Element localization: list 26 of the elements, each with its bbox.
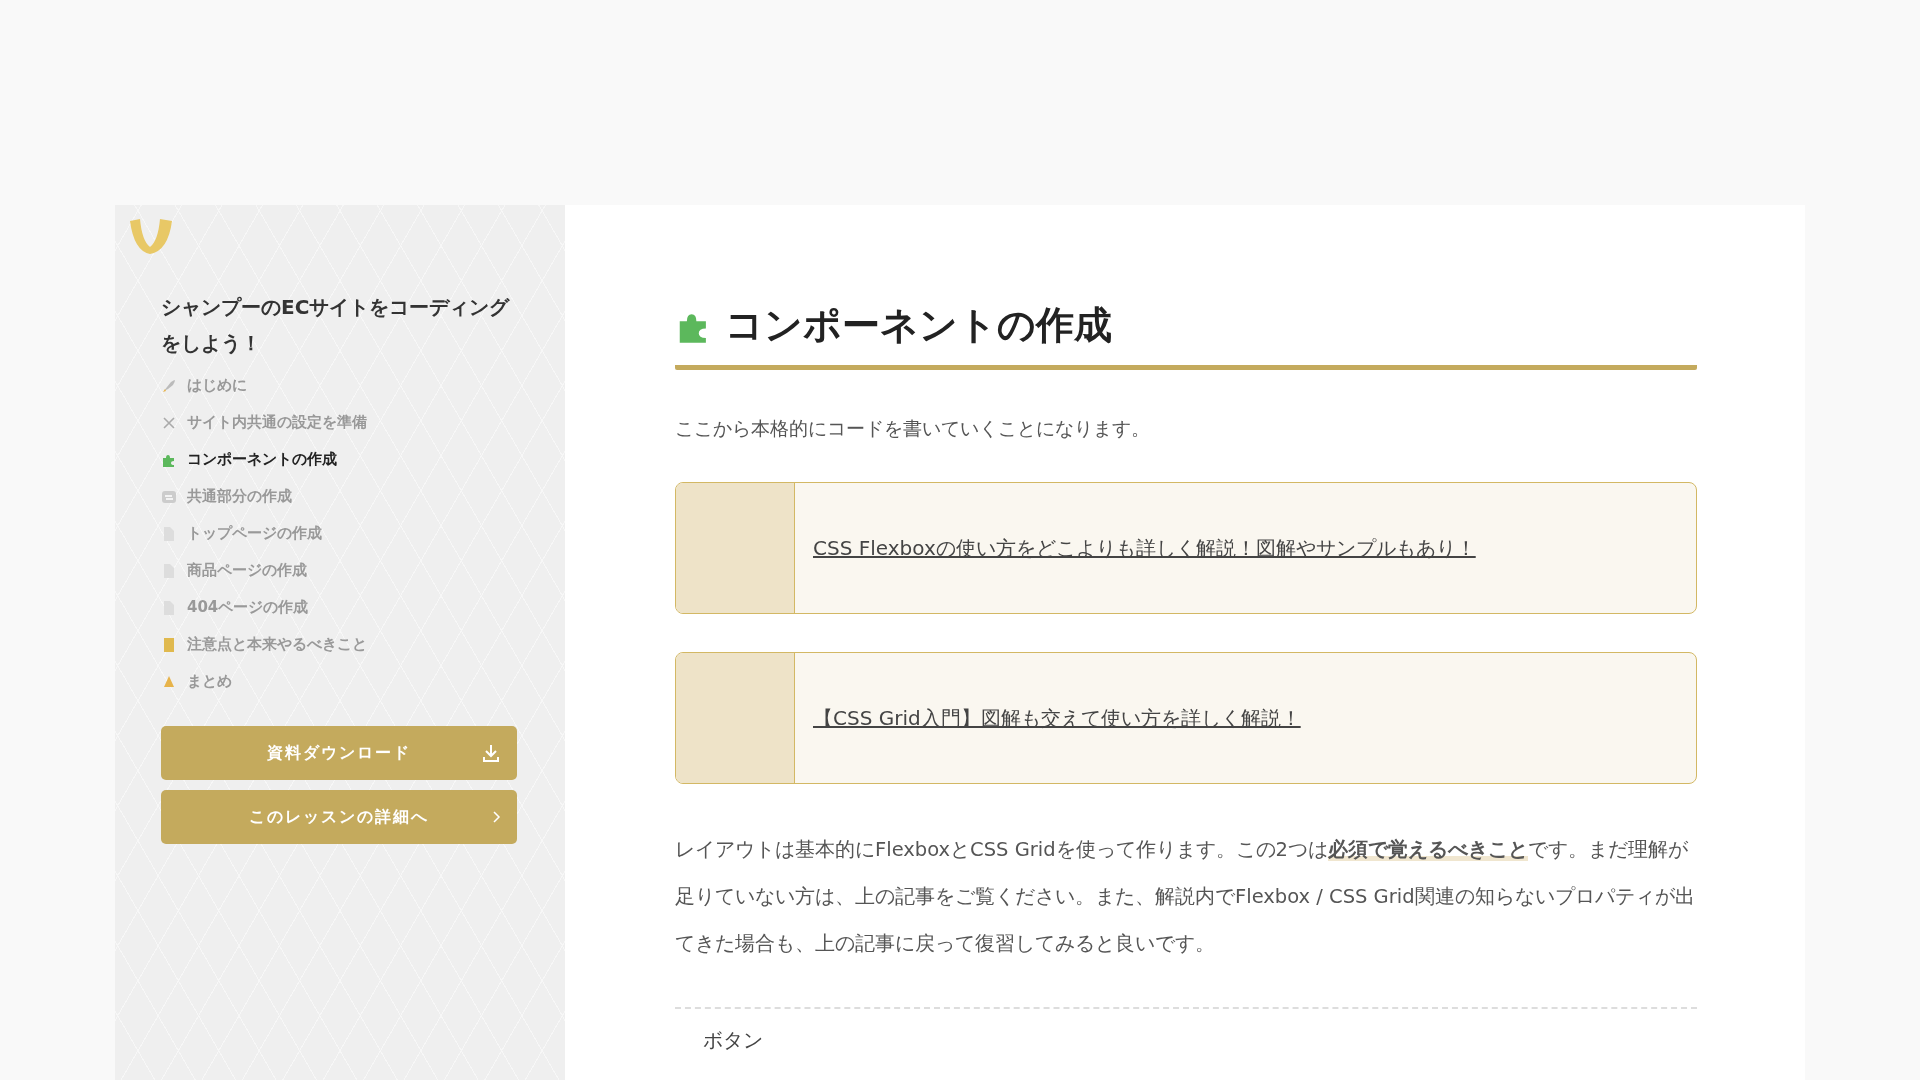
course-title: シャンプーのECサイトをコーディングをしよう！ (161, 294, 511, 357)
section-heading: ボタン (703, 1027, 764, 1054)
link-card[interactable]: CSS Flexboxの使い方をどこよりも詳しく解説！図解やサンプルもあり！ (675, 482, 1697, 614)
body-paragraph: レイアウトは基本的にFlexboxとCSS Gridを使って作ります。この2つは必須で覚えるべきことです。まだ理解が足りていない方は、上の記事をご覧ください。また、解説内でFlexbox / CSS Grid関連の知らないプロパティが出てきた場合も、上の記事に戻って復習してみると良いです。 (675, 837, 1696, 957)
nav-item[interactable]: はじめに (161, 367, 565, 404)
page-icon (161, 599, 177, 616)
nav-item[interactable]: まとめ (161, 663, 565, 700)
nav-item[interactable]: 商品ページの作成 (161, 552, 565, 589)
nav-item[interactable]: トップページの作成 (161, 515, 565, 552)
page-icon (161, 562, 177, 579)
nav-item[interactable]: サイト内共通の設定を準備 (161, 404, 565, 441)
intro-text: ここから本格的にコードを書いていくことになります。 (675, 416, 1151, 441)
sidebar-button[interactable]: 資料ダウンロード (161, 726, 517, 780)
page-icon (161, 525, 177, 542)
download-icon (481, 743, 501, 763)
sidebar-button[interactable]: このレッスンの詳細へ (161, 790, 517, 844)
nav-item[interactable]: 共通部分の作成 (161, 478, 565, 515)
nav-item[interactable]: 注意点と本来やるべきこと (161, 626, 565, 663)
logo-icon[interactable] (128, 217, 174, 255)
link-card[interactable]: 【CSS Grid入門】図解も交えて使い方を詳しく解説！ (675, 652, 1697, 784)
article-link[interactable]: 【CSS Grid入門】図解も交えて使い方を詳しく解説！ (813, 704, 1301, 732)
nav-item[interactable]: 404ページの作成 (161, 589, 565, 626)
nav-item[interactable]: コンポーネントの作成 (161, 441, 565, 478)
chevron-right-icon (491, 810, 501, 824)
article-title: コンポーネントの作成 (725, 302, 1112, 349)
article-link[interactable]: CSS Flexboxの使い方をどこよりも詳しく解説！図解やサンプルもあり！ (813, 534, 1476, 562)
